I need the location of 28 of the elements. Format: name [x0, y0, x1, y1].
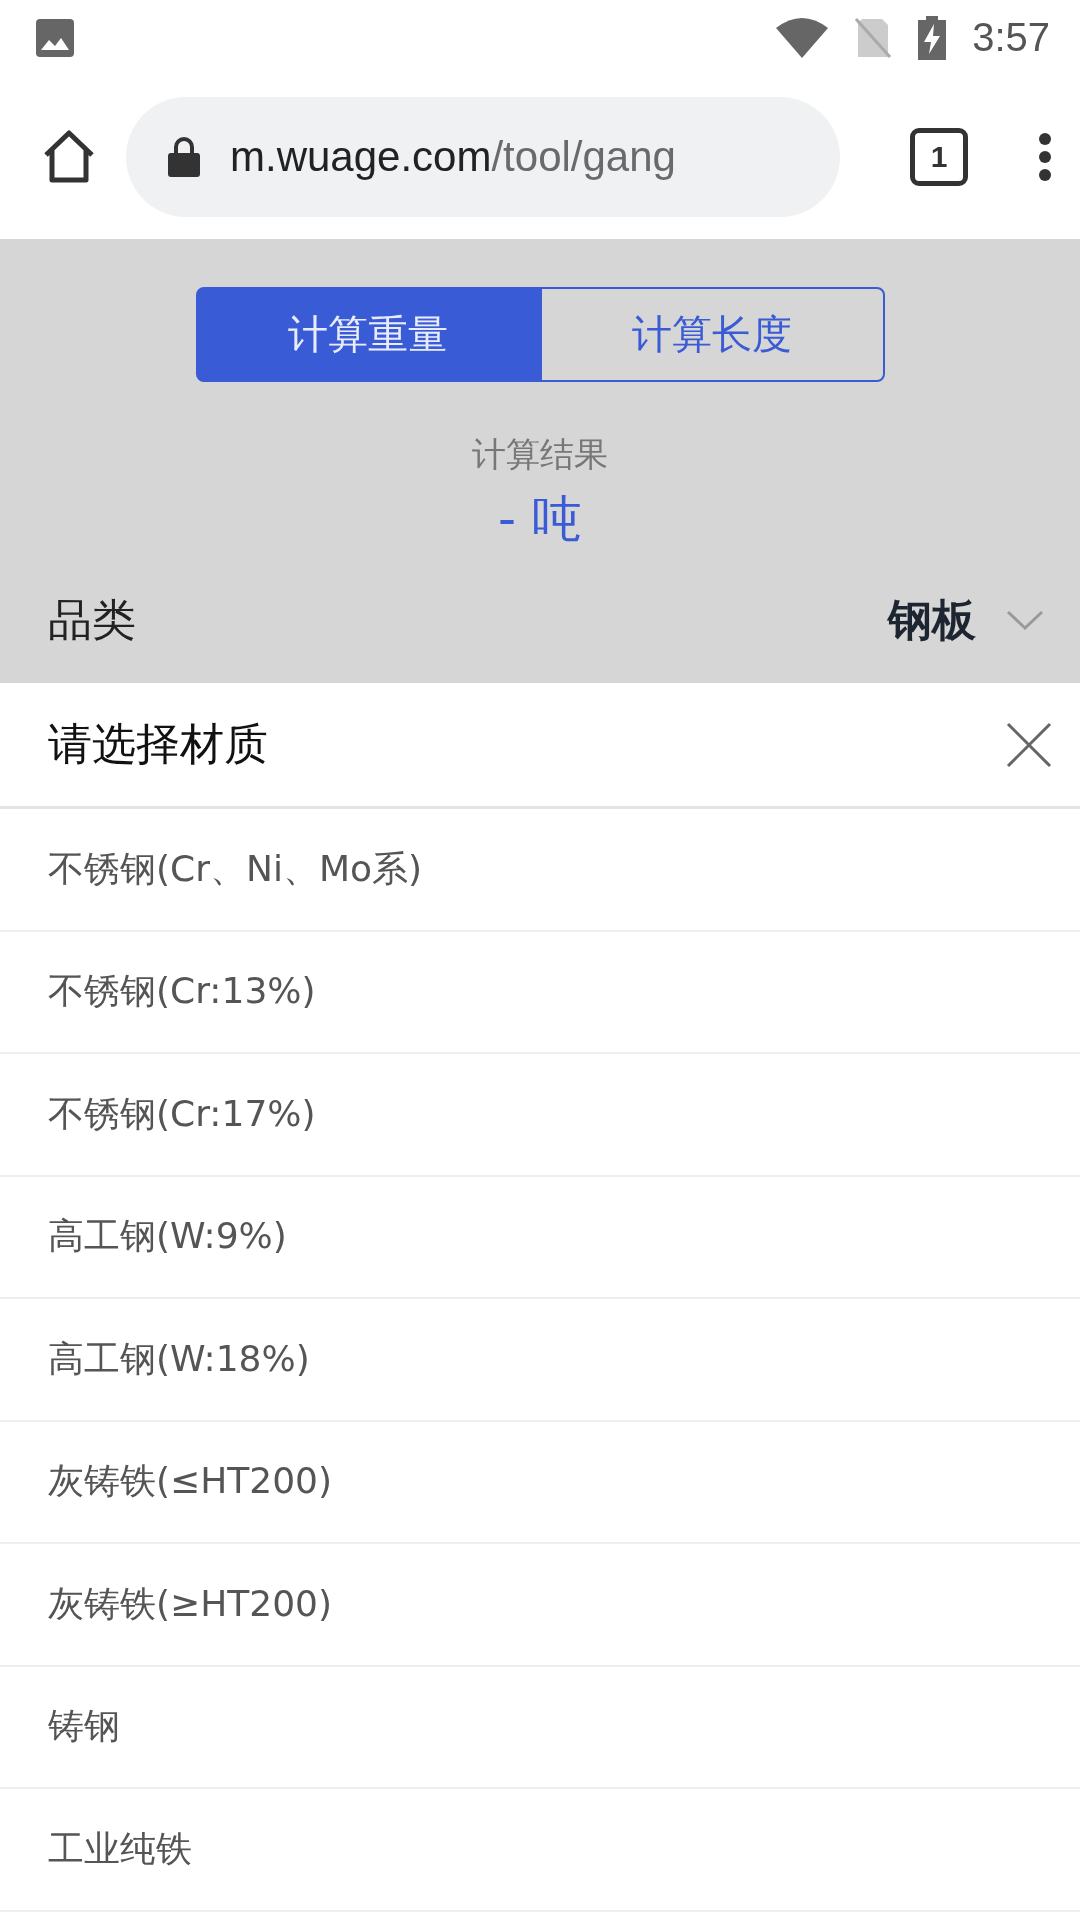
home-icon[interactable]: [42, 130, 96, 184]
result-label: 计算结果: [472, 433, 608, 476]
url-text: m.wuage.com/tool/gang: [230, 133, 676, 181]
tab-switcher-button[interactable]: 1: [910, 128, 968, 186]
sheet-title: 请选择材质: [48, 717, 269, 771]
close-icon[interactable]: [1006, 721, 1052, 768]
address-bar[interactable]: m.wuage.com/tool/gang: [126, 97, 840, 217]
material-option[interactable]: 不锈钢(Cr:13%): [0, 931, 1080, 1054]
clock-time: 3:57: [972, 15, 1050, 60]
category-label: 品类: [48, 593, 136, 647]
calc-tab[interactable]: 计算重量: [195, 287, 540, 382]
more-menu-icon[interactable]: [1038, 132, 1052, 182]
material-option[interactable]: 不锈钢(Cr:17%): [0, 1054, 1080, 1177]
material-option[interactable]: 高工钢(W:9%): [0, 1176, 1080, 1299]
material-option[interactable]: 灰铸铁(≤HT200): [0, 1421, 1080, 1544]
material-option[interactable]: 高工钢(W:18%): [0, 1299, 1080, 1422]
battery-charging-icon: [918, 15, 947, 60]
lock-icon: [168, 137, 200, 177]
wifi-icon: [776, 17, 829, 58]
no-sim-icon: [854, 16, 893, 59]
image-icon: [36, 18, 74, 57]
calc-tab[interactable]: 计算长度: [540, 287, 885, 382]
material-option[interactable]: 工业纯铁: [0, 1789, 1080, 1912]
material-option[interactable]: 不锈钢(Cr、Ni、Mo系): [0, 809, 1080, 932]
category-value[interactable]: 钢板: [888, 591, 976, 650]
result-value: - 吨: [498, 489, 582, 550]
material-option[interactable]: 铸钢: [0, 1666, 1080, 1789]
material-option[interactable]: 灰铸铁(≥HT200): [0, 1544, 1080, 1667]
